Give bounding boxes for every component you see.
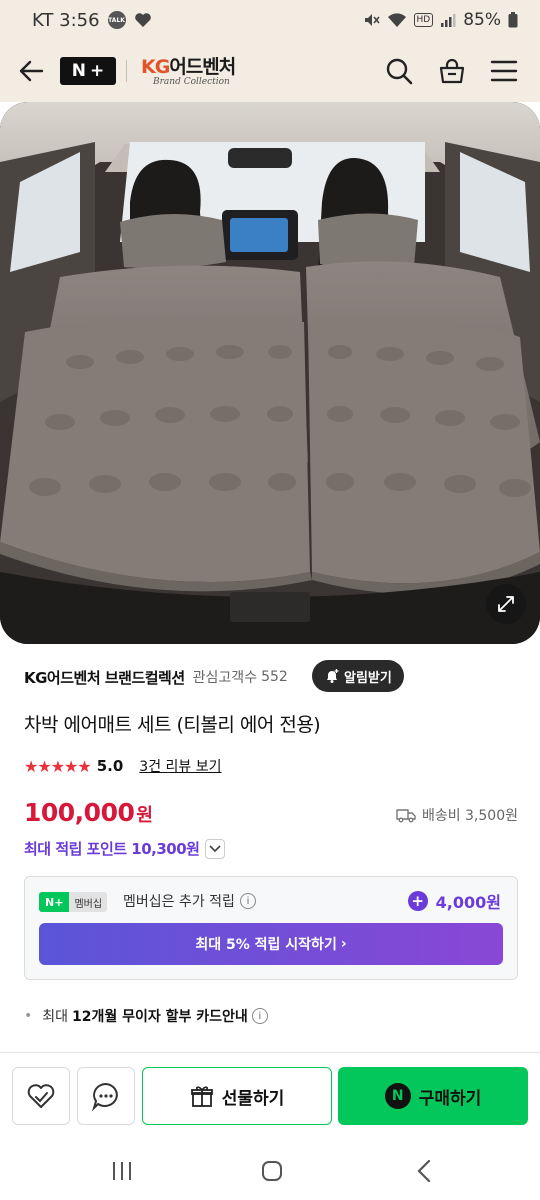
bell-plus-icon <box>327 669 339 683</box>
price-row: 100,000 원 <box>24 798 153 827</box>
search-button[interactable] <box>382 54 416 88</box>
store-info-row: KG어드벤처 브랜드컬렉션 관심고객수 552 알림받기 <box>24 660 524 694</box>
chevron-down-icon[interactable] <box>205 838 226 859</box>
membership-cta-label: 최대 5% 적립 시작하기 <box>195 937 337 953</box>
status-left: KT 3:56 TALK <box>32 10 152 31</box>
back-button[interactable] <box>14 54 48 88</box>
signal-icon <box>440 12 456 28</box>
recent-apps-button[interactable] <box>102 1154 142 1188</box>
app-header: N + KG어드벤처 Brand Collection <box>0 40 540 102</box>
star-rating-icon: ★★★★★ <box>24 756 92 776</box>
status-right: HD 85% <box>362 10 519 30</box>
rating-score: 5.0 <box>96 757 124 775</box>
chevron-right-icon: › <box>340 936 347 952</box>
max-points-text: 최대 적립 포인트 10,300원 <box>24 840 200 858</box>
installment-text: 12개월 무이자 할부 카드안내 <box>72 1009 248 1025</box>
android-nav-bar <box>0 1142 540 1200</box>
rating-row: ★★★★★ 5.0 3건 리뷰 보기 <box>24 756 222 776</box>
product-image[interactable] <box>0 102 540 644</box>
search-icon <box>386 58 413 85</box>
hd-voice-icon: HD <box>413 13 434 27</box>
follower-count: 552 <box>261 669 288 685</box>
review-link[interactable]: 3건 리뷰 보기 <box>139 756 221 776</box>
notification-subscribe-button[interactable]: 알림받기 <box>312 660 404 692</box>
membership-points: + 4,000원 <box>407 889 501 913</box>
bullet-icon: • <box>24 1008 33 1024</box>
mute-icon <box>362 11 380 29</box>
membership-box: N+ 멤버십 멤버십은 추가 적립 i + 4,000원 최대 5% 적립 시작… <box>24 876 518 980</box>
naver-plus-store-logo[interactable]: N + <box>60 57 116 85</box>
header-divider <box>126 60 127 82</box>
np-logo-n: N <box>71 61 86 81</box>
chat-bubble-icon <box>92 1082 118 1111</box>
status-bar: KT 3:56 TALK HD 85% <box>0 0 540 40</box>
cart-button[interactable] <box>435 54 469 88</box>
membership-text-label: 멤버십은 추가 적립 <box>123 894 235 910</box>
shipping-fee: 배송비 3,500원 <box>396 805 518 825</box>
battery-percent: 85% <box>463 10 501 30</box>
store-name[interactable]: KG어드벤처 브랜드컬렉션 <box>24 667 185 688</box>
buy-button[interactable]: N 구매하기 <box>338 1067 528 1125</box>
battery-icon <box>508 12 518 28</box>
wishlist-button[interactable] <box>12 1067 70 1125</box>
price-currency: 원 <box>136 805 153 826</box>
heart-icon <box>134 12 152 28</box>
nav-back-icon <box>417 1160 431 1182</box>
home-icon <box>262 1161 282 1181</box>
heart-check-icon <box>27 1084 55 1108</box>
installment-prefix: 최대 <box>42 1009 69 1025</box>
buy-button-label: 구매하기 <box>418 1088 482 1109</box>
np-badge: N+ <box>39 892 70 912</box>
np-logo-plus: + <box>89 61 105 81</box>
membership-start-button[interactable]: 최대 5% 적립 시작하기 › <box>39 923 503 965</box>
talk-notification-icon: TALK <box>107 11 126 29</box>
brand-logo[interactable]: KG어드벤처 Brand Collection <box>141 52 236 87</box>
brand-logo-sub: Brand Collection <box>153 77 230 87</box>
shopping-bag-icon <box>439 58 465 84</box>
info-icon[interactable]: i <box>239 893 256 909</box>
max-points-row[interactable]: 최대 적립 포인트 10,300원 <box>24 838 226 859</box>
nav-back-button[interactable] <box>404 1154 444 1188</box>
wifi-icon <box>387 12 407 28</box>
menu-button[interactable] <box>487 54 521 88</box>
expand-icon <box>498 596 514 612</box>
bottom-action-bar: 선물하기 N 구매하기 <box>0 1052 540 1142</box>
alarm-button-label: 알림받기 <box>344 670 392 686</box>
price-value: 100,000 <box>24 798 135 827</box>
home-button[interactable] <box>252 1154 292 1188</box>
membership-points-value: 4,000원 <box>435 893 501 912</box>
membership-badge-label: 멤버십 <box>69 892 108 912</box>
plus-circle-icon: + <box>407 891 428 911</box>
info-icon[interactable]: i <box>251 1008 268 1024</box>
gift-button-label: 선물하기 <box>221 1088 285 1109</box>
gift-icon <box>190 1086 213 1107</box>
naver-plus-membership-badge: N+ 멤버십 <box>39 892 108 912</box>
zoom-button[interactable] <box>486 584 526 624</box>
hamburger-menu-icon <box>490 60 518 82</box>
naver-pay-n-icon: N <box>384 1083 411 1109</box>
delivery-truck-icon <box>396 809 416 823</box>
product-title: 차박 에어매트 세트 (티볼리 에어 전용) <box>24 714 321 736</box>
shipping-fee-text: 배송비 3,500원 <box>421 808 518 824</box>
brand-logo-name: KG어드벤처 <box>141 56 236 78</box>
back-arrow-icon <box>19 60 44 82</box>
gift-button[interactable]: 선물하기 <box>142 1067 332 1125</box>
follower-label: 관심고객수 <box>192 670 258 686</box>
talk-talk-button[interactable] <box>77 1067 135 1125</box>
carrier-time: KT 3:56 <box>32 9 100 31</box>
installment-info-row[interactable]: • 최대 12개월 무이자 할부 카드안내 i <box>24 1006 268 1026</box>
recent-apps-icon <box>113 1162 131 1180</box>
membership-text: 멤버십은 추가 적립 i <box>123 891 256 911</box>
car-air-mattress-photo <box>0 102 540 644</box>
